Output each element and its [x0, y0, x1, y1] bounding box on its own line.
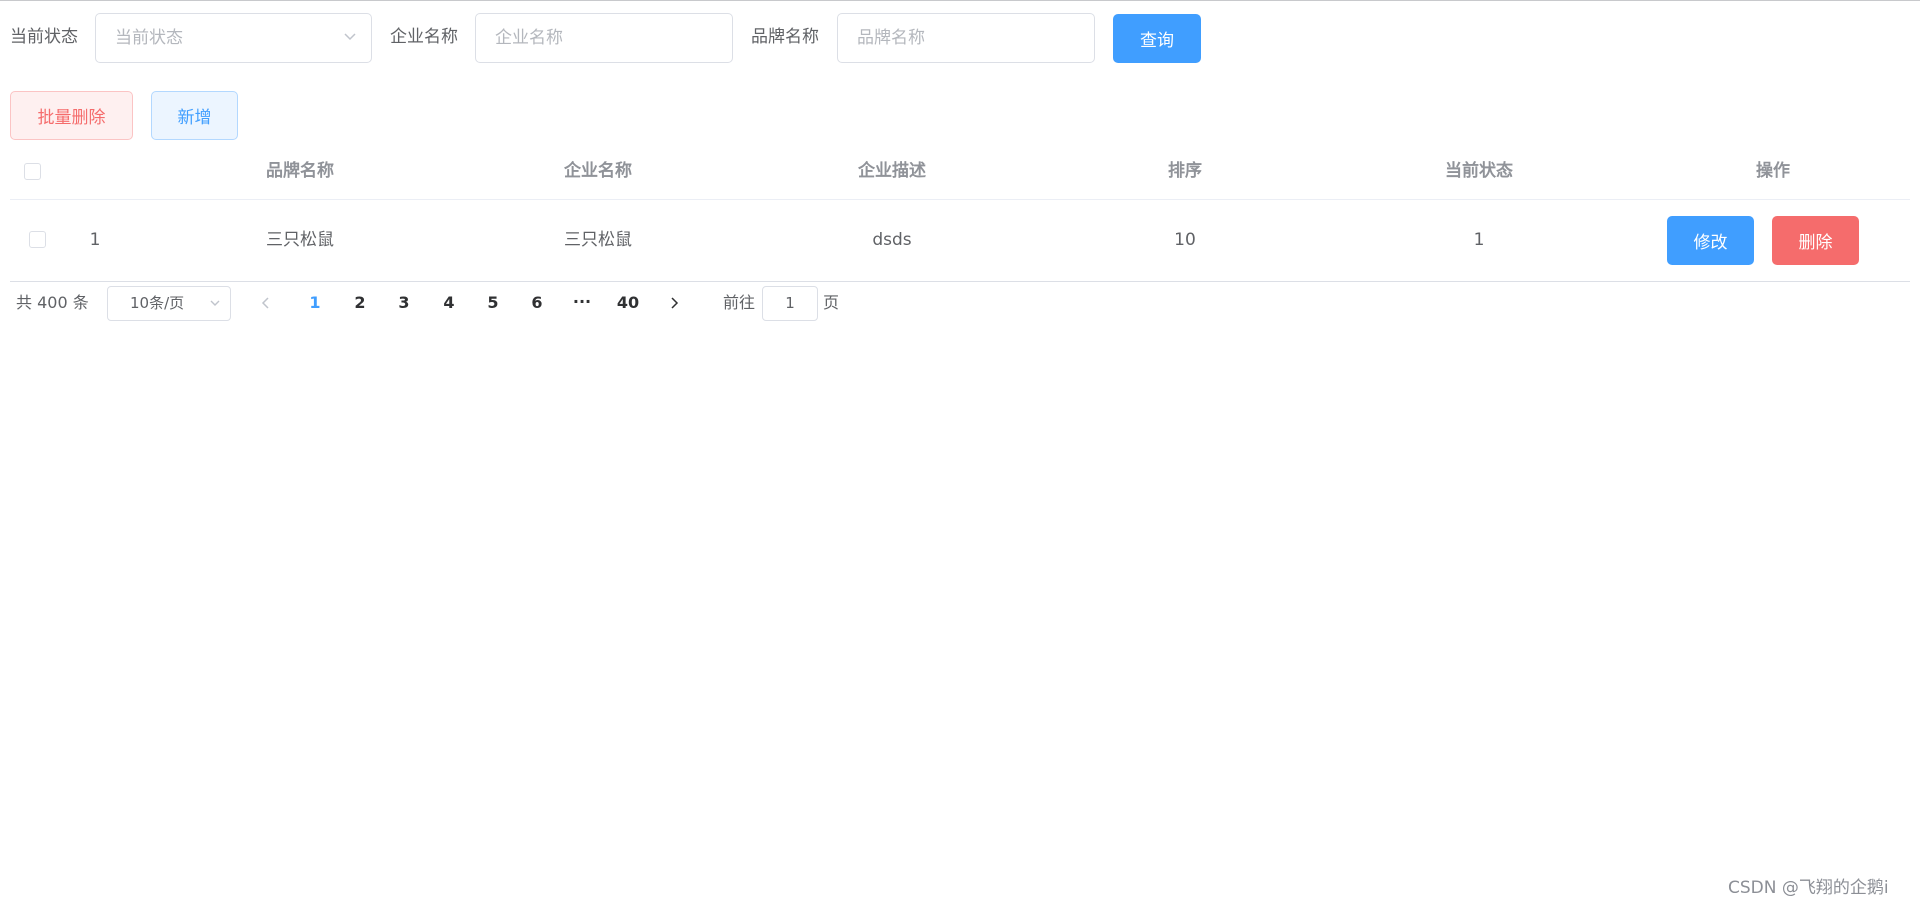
query-button[interactable]: 查询	[1113, 14, 1201, 63]
table-bottom-border	[10, 281, 1910, 282]
page-40[interactable]: 40	[611, 292, 645, 314]
brand-label: 品牌名称	[751, 27, 819, 47]
page-2[interactable]: 2	[345, 292, 375, 314]
company-input-placeholder: 企业名称	[495, 28, 563, 48]
column-header-company: 企业名称	[564, 161, 632, 181]
page-5[interactable]: 5	[478, 292, 508, 314]
column-header-brand: 品牌名称	[266, 161, 334, 181]
next-page-icon[interactable]	[668, 296, 680, 310]
column-header-actions: 操作	[1756, 161, 1790, 181]
cell-status: 1	[1473, 230, 1485, 250]
prev-page-icon[interactable]	[260, 296, 272, 310]
cell-brand: 三只松鼠	[266, 230, 334, 250]
cell-order: 10	[1174, 230, 1196, 250]
column-header-status: 当前状态	[1445, 161, 1513, 181]
page-6[interactable]: 6	[522, 292, 552, 314]
batch-delete-button[interactable]: 批量删除	[10, 91, 133, 140]
page-size-select[interactable]: 10条/页	[107, 286, 231, 321]
delete-button[interactable]: 删除	[1772, 216, 1859, 265]
pagination: 共 400 条 10条/页 1 2 3 4 5 6 ··· 40 前往 1 页	[0, 285, 900, 325]
status-select[interactable]: 当前状态	[95, 13, 372, 63]
goto-prefix: 前往	[723, 293, 756, 312]
select-all-checkbox[interactable]	[24, 163, 41, 180]
brand-table: 品牌名称 企业名称 企业描述 排序 当前状态 操作 1 三只松鼠 三只松鼠 ds…	[10, 151, 1910, 282]
brand-input[interactable]: 品牌名称	[837, 13, 1095, 63]
table-row: 1 三只松鼠 三只松鼠 dsds 10 1 修改 删除	[10, 200, 1910, 280]
cell-description: dsds	[872, 230, 912, 250]
row-checkbox[interactable]	[29, 231, 46, 248]
page-3[interactable]: 3	[389, 292, 419, 314]
pagination-total: 共 400 条	[16, 293, 89, 312]
company-input[interactable]: 企业名称	[475, 13, 733, 63]
status-label: 当前状态	[10, 27, 78, 47]
column-header-order: 排序	[1168, 161, 1202, 181]
cell-company: 三只松鼠	[564, 230, 632, 250]
status-select-placeholder: 当前状态	[115, 28, 183, 48]
goto-page-input[interactable]: 1	[762, 286, 818, 321]
page-1[interactable]: 1	[300, 292, 330, 314]
column-header-description: 企业描述	[858, 161, 926, 181]
chevron-down-icon	[344, 33, 356, 41]
company-label: 企业名称	[390, 27, 458, 47]
page-4[interactable]: 4	[434, 292, 464, 314]
page-size-value: 10条/页	[130, 294, 185, 312]
goto-suffix: 页	[823, 293, 840, 312]
edit-button[interactable]: 修改	[1667, 216, 1754, 265]
row-index: 1	[89, 230, 101, 250]
add-button[interactable]: 新增	[151, 91, 238, 140]
brand-input-placeholder: 品牌名称	[857, 28, 925, 48]
chevron-down-icon	[210, 300, 220, 306]
more-pages[interactable]: ···	[567, 291, 597, 313]
watermark: CSDN @飞翔的企鹅i	[1728, 878, 1889, 898]
